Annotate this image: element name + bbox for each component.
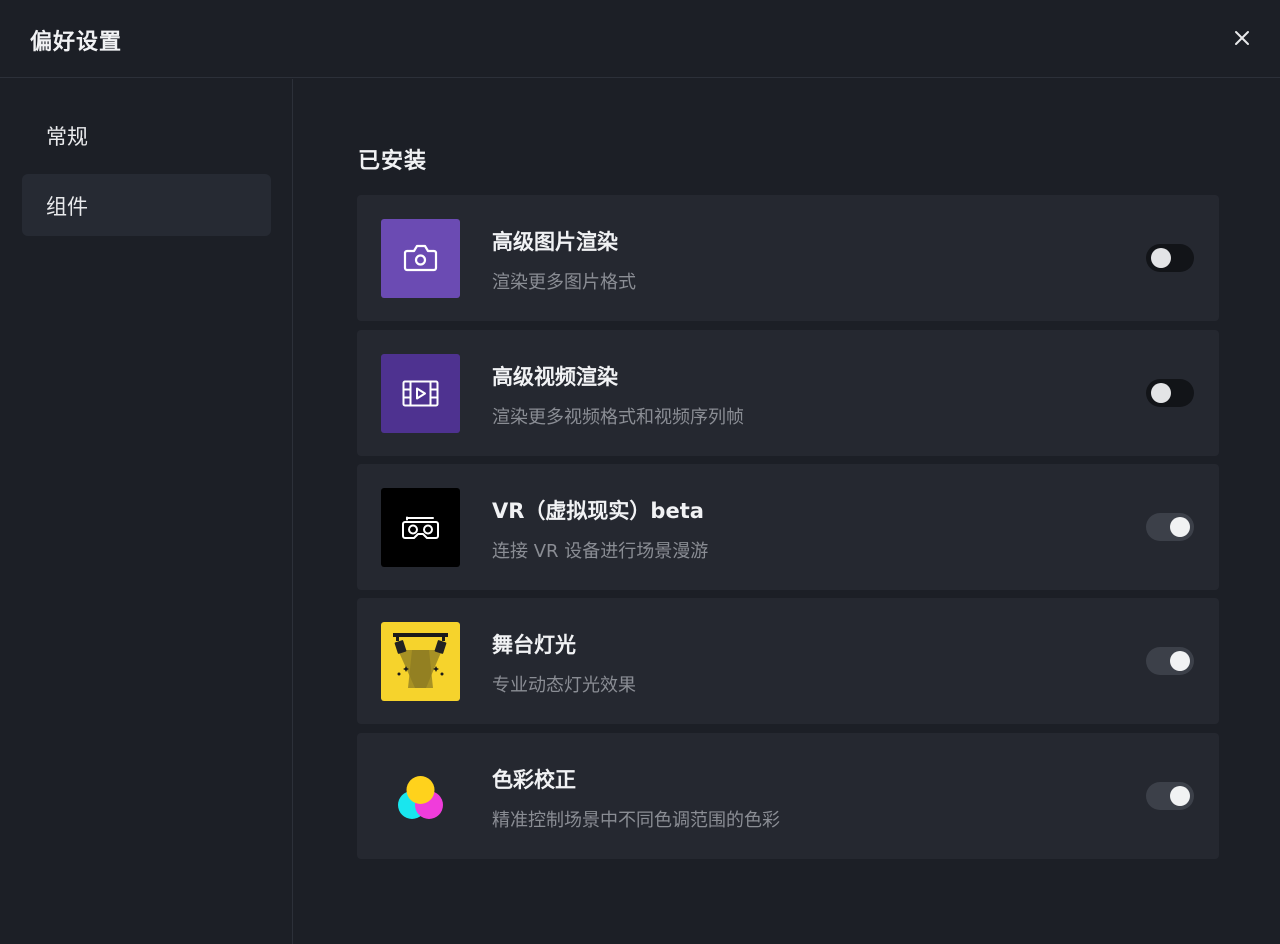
- plugin-description: 精准控制场景中不同色调范围的色彩: [492, 810, 780, 831]
- plugin-name: 高级视频渲染: [492, 365, 618, 389]
- sidebar: 常规 组件: [0, 79, 293, 944]
- toggle-knob: [1170, 517, 1190, 537]
- plugin-card: 色彩校正 精准控制场景中不同色调范围的色彩: [357, 733, 1219, 859]
- stage-light-icon: [393, 633, 448, 688]
- plugin-thumbnail: [381, 219, 460, 298]
- plugin-thumbnail: [381, 622, 460, 701]
- toggle-knob: [1170, 786, 1190, 806]
- color-circles-icon: [398, 776, 443, 819]
- toggle-knob: [1151, 248, 1171, 268]
- camera-icon: [403, 244, 438, 272]
- plugin-thumbnail: [381, 354, 460, 433]
- dialog-title: 偏好设置: [30, 30, 123, 55]
- plugin-card: 高级视频渲染 渲染更多视频格式和视频序列帧: [357, 330, 1219, 456]
- plugin-toggle[interactable]: [1146, 513, 1194, 541]
- plugin-name: 舞台灯光: [492, 633, 576, 657]
- plugin-toggle[interactable]: [1146, 244, 1194, 272]
- toggle-knob: [1151, 383, 1171, 403]
- sidebar-item-plugins[interactable]: 组件: [22, 174, 271, 236]
- plugin-toggle[interactable]: [1146, 647, 1194, 675]
- sidebar-item-general[interactable]: 常规: [22, 104, 271, 166]
- sidebar-item-label: 组件: [46, 195, 88, 219]
- main-panel: 已安装 高级图片渲染 渲染更多图片格式 高级视频渲染 渲染更多视频格式和视频序列…: [294, 79, 1280, 944]
- plugin-toggle[interactable]: [1146, 379, 1194, 407]
- vr-headset-icon: [402, 516, 439, 539]
- plugin-name: 高级图片渲染: [492, 230, 618, 254]
- plugin-name: 色彩校正: [492, 768, 576, 792]
- plugin-toggle[interactable]: [1146, 782, 1194, 810]
- toggle-knob: [1170, 651, 1190, 671]
- plugin-description: 渲染更多视频格式和视频序列帧: [492, 407, 744, 428]
- section-title: 已安装: [358, 149, 428, 174]
- plugin-card: 高级图片渲染 渲染更多图片格式: [357, 195, 1219, 321]
- plugin-description: 专业动态灯光效果: [492, 675, 636, 696]
- dialog-header: 偏好设置: [0, 0, 1280, 78]
- plugin-description: 连接 VR 设备进行场景漫游: [492, 541, 709, 562]
- plugin-card: 舞台灯光 专业动态灯光效果: [357, 598, 1219, 724]
- preferences-dialog: 偏好设置 常规 组件 已安装 高级图片渲染 渲染更多图片格式 高级视频渲染 渲染…: [0, 0, 1280, 944]
- plugin-thumbnail: [381, 488, 460, 567]
- video-film-icon: [402, 380, 439, 407]
- sidebar-item-label: 常规: [46, 125, 88, 149]
- plugin-thumbnail: [381, 757, 460, 836]
- plugin-card: VR（虚拟现实）beta 连接 VR 设备进行场景漫游: [357, 464, 1219, 590]
- close-icon: [1235, 31, 1249, 45]
- plugin-description: 渲染更多图片格式: [492, 272, 636, 293]
- close-button[interactable]: [1226, 22, 1258, 54]
- plugin-name: VR（虚拟现实）beta: [492, 499, 704, 523]
